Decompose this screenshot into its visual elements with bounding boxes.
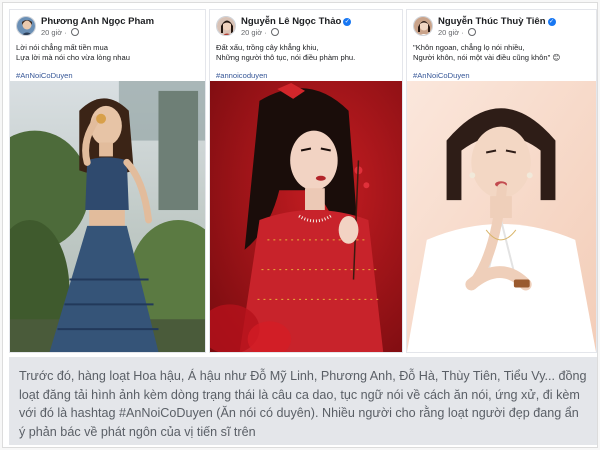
post-time[interactable]: 20 giờ (438, 28, 459, 37)
post-photo[interactable] (210, 81, 402, 352)
hashtag-link[interactable]: #annoicoduyen (216, 71, 398, 81)
screenshot-frame: Phương Anh Ngọc Pham 20 giờ · Lời nói ch… (2, 2, 598, 448)
post-photo[interactable] (407, 81, 596, 352)
post-header: Phương Anh Ngọc Pham 20 giờ · (16, 15, 201, 39)
post-meta: 20 giờ · (241, 28, 279, 37)
post-meta: 20 giờ · (41, 28, 79, 37)
post-meta: 20 giờ · (438, 28, 476, 37)
hashtag-link[interactable]: #AnNoiCoDuyen (16, 71, 201, 81)
verified-badge-icon: ✓ (547, 18, 556, 26)
avatar[interactable] (16, 16, 36, 36)
facebook-post-3[interactable]: Nguyễn Thúc Thuỳ Tiên ✓ 20 giờ · "Khôn ng… (406, 9, 597, 353)
article-paragraph-box: Trước đó, hàng loạt Hoa hậu, Á hậu như Đ… (9, 357, 597, 445)
author-name: Nguyễn Lê Ngọc Thảo ✓ (241, 16, 352, 27)
article-paragraph: Trước đó, hàng loạt Hoa hậu, Á hậu như Đ… (19, 369, 587, 439)
caption-line: Người khôn, nói một vài điều cũng khôn" … (413, 53, 561, 62)
caption-line: Đất xấu, trồng cây khẳng khiu, (216, 43, 319, 52)
facebook-post-1[interactable]: Phương Anh Ngọc Pham 20 giờ · Lời nói ch… (9, 9, 206, 353)
post-caption: Lời nói chẳng mất tiền mua Lựa lời mà nó… (16, 43, 201, 81)
globe-icon (467, 28, 476, 36)
avatar[interactable] (216, 16, 236, 36)
facebook-posts-collage: Phương Anh Ngọc Pham 20 giờ · Lời nói ch… (9, 9, 597, 353)
post-caption: "Khôn ngoan, chẳng lọ nói nhiều, Người k… (413, 43, 592, 81)
post-time[interactable]: 20 giờ (41, 28, 62, 37)
caption-line: "Khôn ngoan, chẳng lọ nói nhiều, (413, 43, 525, 52)
facebook-post-2[interactable]: Nguyễn Lê Ngọc Thảo ✓ 20 giờ · Đất xấu, t… (209, 9, 403, 353)
globe-icon (70, 28, 79, 36)
hashtag-link[interactable]: #AnNoiCoDuyen (413, 71, 592, 81)
author-name-text[interactable]: Nguyễn Thúc Thuỳ Tiên (438, 16, 546, 27)
author-name: Nguyễn Thúc Thuỳ Tiên ✓ (438, 16, 556, 27)
author-name[interactable]: Phương Anh Ngọc Pham (41, 16, 154, 27)
avatar[interactable] (413, 16, 433, 36)
post-header: Nguyễn Lê Ngọc Thảo ✓ 20 giờ · (216, 15, 398, 39)
caption-line: Những người thô tục, nói điều phàm phu. (216, 53, 356, 62)
post-photo[interactable] (10, 81, 205, 352)
post-header: Nguyễn Thúc Thuỳ Tiên ✓ 20 giờ · (413, 15, 592, 39)
globe-icon (270, 28, 279, 36)
post-caption: Đất xấu, trồng cây khẳng khiu, Những ngư… (216, 43, 398, 81)
caption-line: Lựa lời mà nói cho vừa lòng nhau (16, 53, 130, 62)
verified-badge-icon: ✓ (343, 18, 352, 26)
caption-line: Lời nói chẳng mất tiền mua (16, 43, 108, 52)
post-time[interactable]: 20 giờ (241, 28, 262, 37)
author-name-text[interactable]: Nguyễn Lê Ngọc Thảo (241, 16, 341, 27)
